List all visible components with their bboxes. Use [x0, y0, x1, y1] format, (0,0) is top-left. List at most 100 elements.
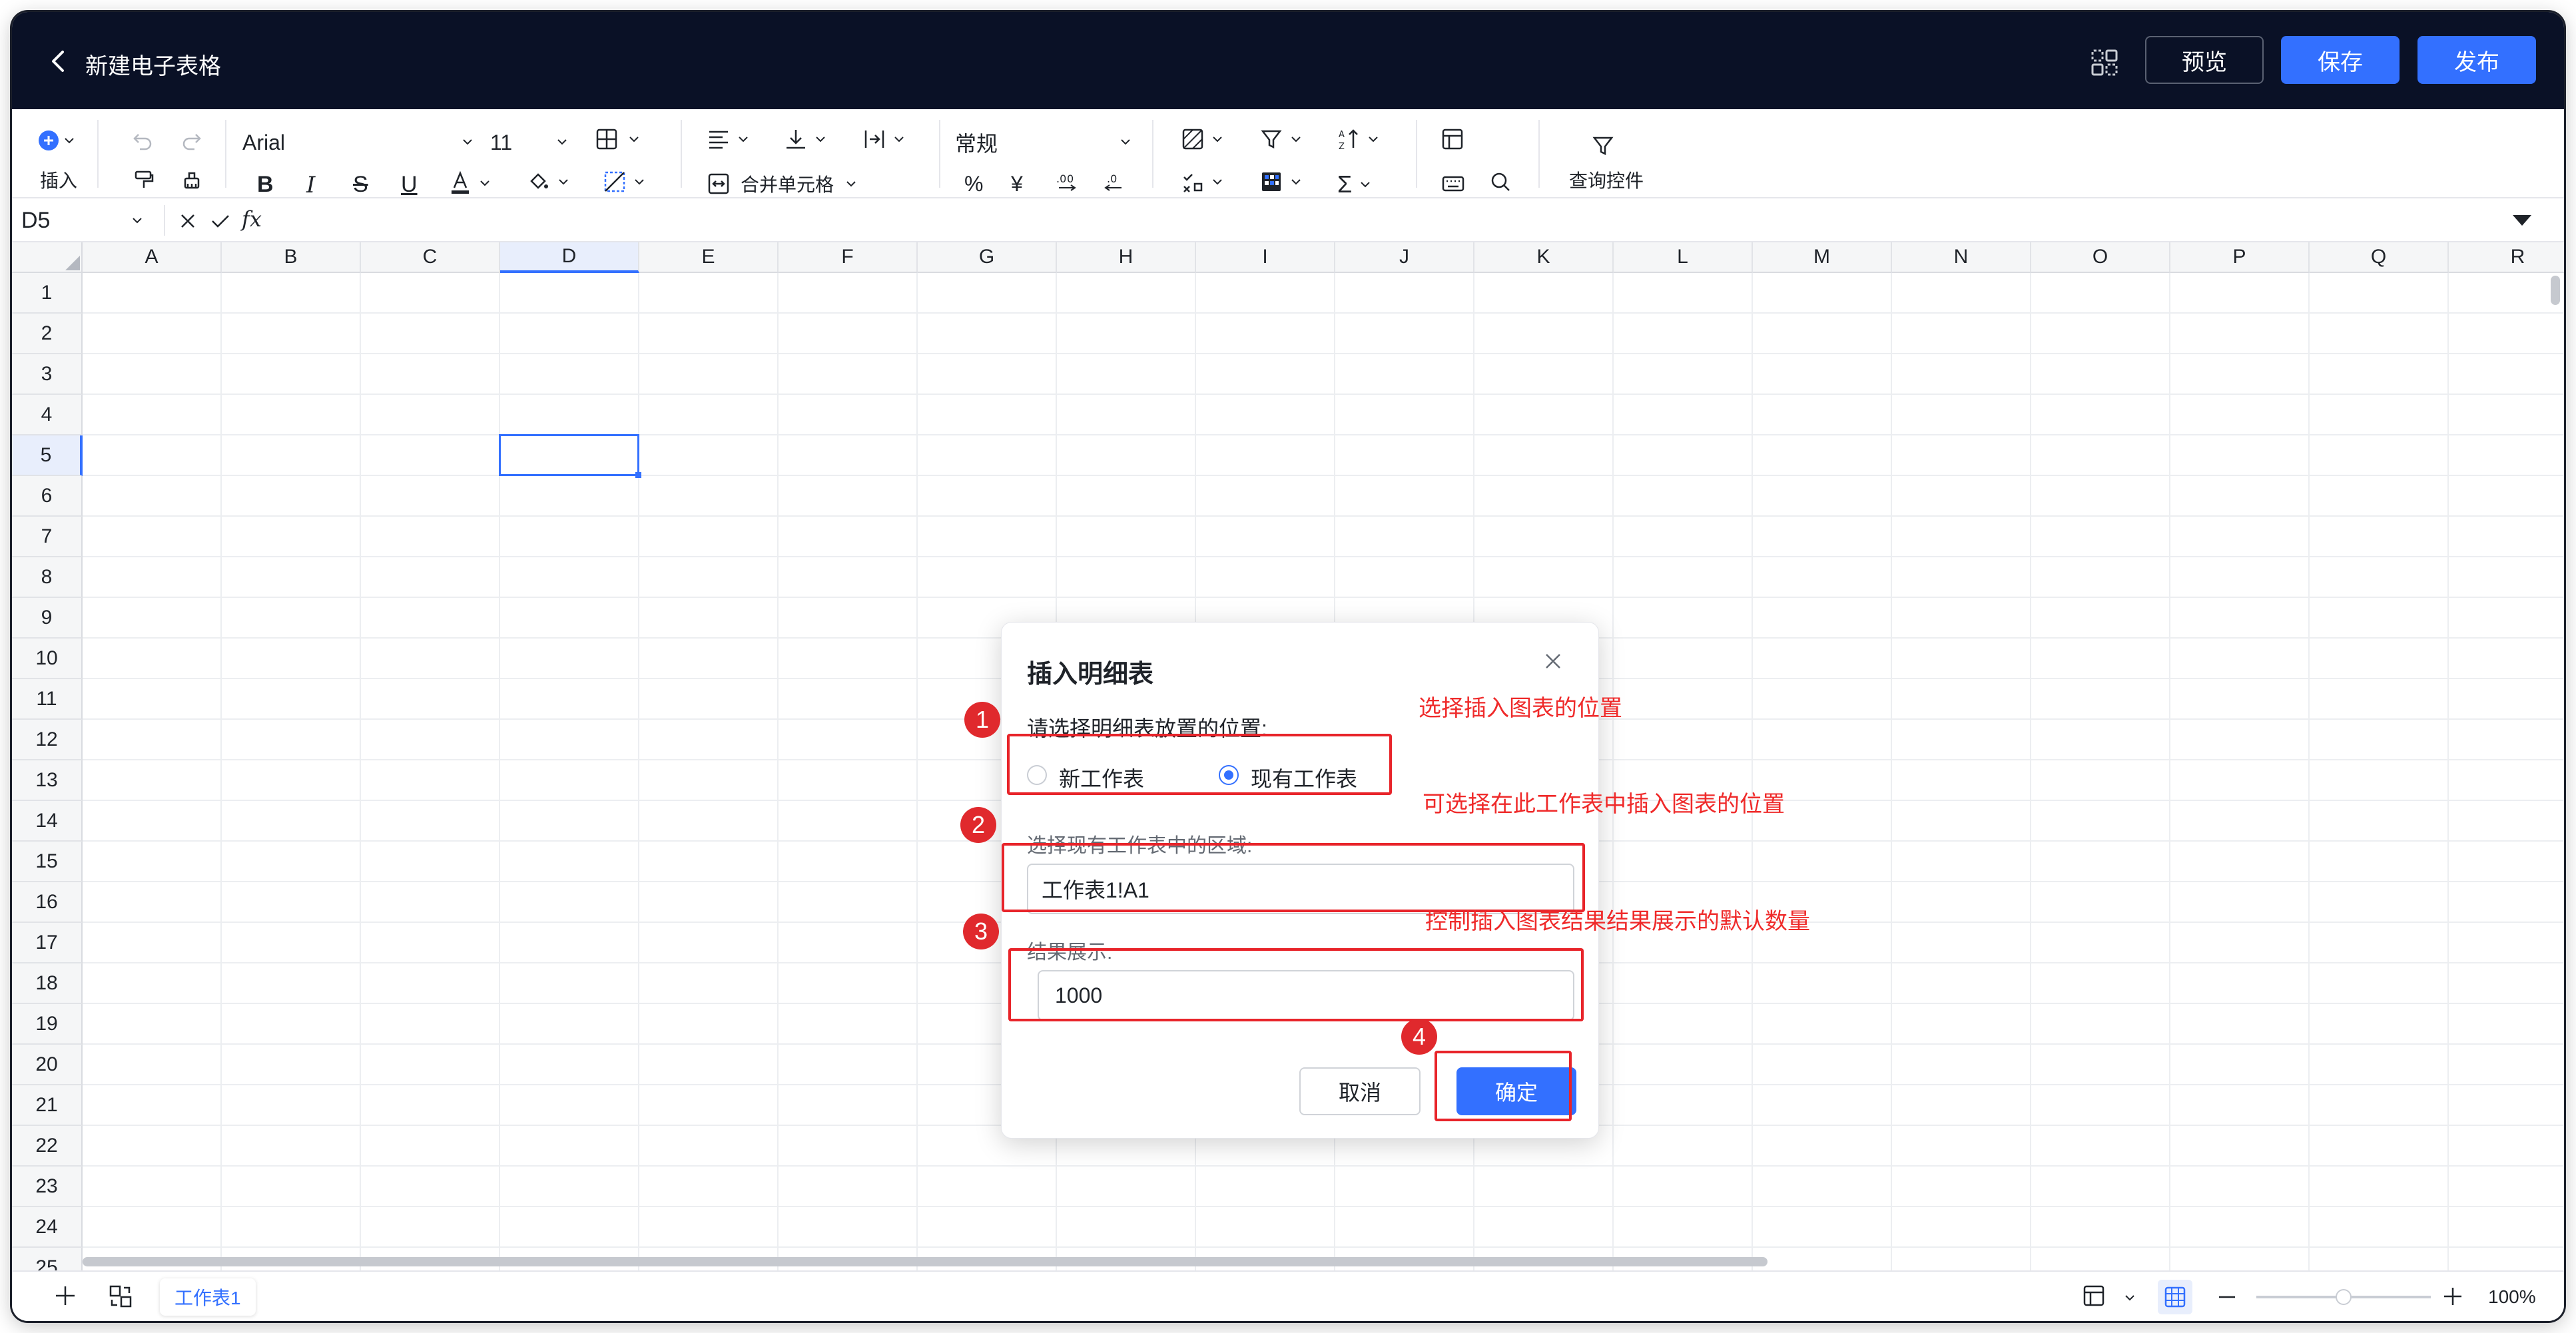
- sum-button[interactable]: Σ: [1337, 170, 1371, 198]
- cancel-formula-icon[interactable]: [178, 212, 197, 230]
- row-header-9[interactable]: 9: [12, 598, 83, 639]
- publish-button[interactable]: 发布: [2417, 36, 2536, 84]
- freeze-view-icon[interactable]: [2082, 1284, 2106, 1308]
- column-header-m[interactable]: M: [1753, 242, 1892, 273]
- strikethrough-button[interactable]: S: [353, 172, 368, 198]
- row-header-20[interactable]: 20: [12, 1045, 83, 1085]
- font-size-select[interactable]: 11: [490, 125, 570, 160]
- row-header-7[interactable]: 7: [12, 517, 83, 557]
- row-header-1[interactable]: 1: [12, 273, 83, 314]
- chevron-down-icon[interactable]: [132, 217, 143, 224]
- increase-decimal-button[interactable]: .0 0: [1055, 170, 1079, 193]
- fill-handle[interactable]: [635, 472, 641, 478]
- preview-button[interactable]: 预览: [2145, 36, 2264, 84]
- cell-reference[interactable]: D5: [21, 208, 50, 234]
- currency-button[interactable]: ¥: [1011, 172, 1023, 196]
- vertical-align-button[interactable]: [785, 128, 826, 150]
- row-header-4[interactable]: 4: [12, 395, 83, 435]
- column-header-r[interactable]: R: [2449, 242, 2564, 273]
- zoom-in-icon[interactable]: [2441, 1285, 2464, 1308]
- search-button[interactable]: [1489, 170, 1512, 193]
- row-header-25[interactable]: 25: [12, 1248, 83, 1270]
- column-header-q[interactable]: Q: [2310, 242, 2449, 273]
- table-style-button[interactable]: [1260, 170, 1301, 193]
- percent-button[interactable]: %: [964, 172, 983, 196]
- row-header-3[interactable]: 3: [12, 354, 83, 395]
- back-arrow-icon[interactable]: [44, 47, 73, 76]
- bold-button[interactable]: B: [257, 172, 274, 198]
- number-format-select[interactable]: 常规: [955, 125, 1133, 160]
- underline-button[interactable]: U: [401, 172, 418, 198]
- freeze-button[interactable]: [1441, 128, 1464, 150]
- horizontal-align-button[interactable]: [707, 129, 749, 149]
- column-header-g[interactable]: G: [918, 242, 1057, 273]
- format-painter-button[interactable]: [133, 169, 155, 190]
- expand-formula-icon[interactable]: [2511, 213, 2533, 228]
- clear-format-button[interactable]: [181, 169, 202, 190]
- column-header-a[interactable]: A: [83, 242, 222, 273]
- row-header-22[interactable]: 22: [12, 1126, 83, 1167]
- insert-button[interactable]: [37, 129, 75, 152]
- column-header-p[interactable]: P: [2170, 242, 2310, 273]
- row-header-5[interactable]: 5: [12, 435, 83, 476]
- layout-switch-icon[interactable]: [2090, 48, 2119, 77]
- sheet-tab[interactable]: 工作表1: [160, 1278, 256, 1316]
- column-header-i[interactable]: I: [1196, 242, 1335, 273]
- save-button[interactable]: 保存: [2281, 36, 2400, 84]
- query-control-button[interactable]: [1592, 134, 1614, 157]
- border-style-button[interactable]: [603, 170, 645, 193]
- column-header-o[interactable]: O: [2031, 242, 2170, 273]
- decrease-decimal-button[interactable]: .0: [1102, 170, 1126, 193]
- filter-button[interactable]: [1260, 128, 1301, 150]
- sort-button[interactable]: AZ: [1337, 128, 1379, 150]
- column-header-n[interactable]: N: [1892, 242, 2031, 273]
- close-icon[interactable]: [1541, 649, 1565, 673]
- row-header-21[interactable]: 21: [12, 1085, 83, 1126]
- column-header-c[interactable]: C: [361, 242, 500, 273]
- row-header-10[interactable]: 10: [12, 639, 83, 679]
- row-header-8[interactable]: 8: [12, 557, 83, 598]
- redo-button[interactable]: [181, 129, 202, 150]
- chevron-down-icon[interactable]: [2124, 1294, 2135, 1301]
- gridlines-toggle[interactable]: [2158, 1280, 2192, 1314]
- merge-cells-button[interactable]: 合并单元格: [707, 170, 856, 197]
- fx-icon[interactable]: fx: [242, 206, 262, 232]
- vertical-scrollbar[interactable]: [2551, 276, 2560, 305]
- row-header-19[interactable]: 19: [12, 1004, 83, 1045]
- column-header-b[interactable]: B: [222, 242, 361, 273]
- zoom-slider-thumb[interactable]: [2336, 1289, 2352, 1305]
- confirm-formula-icon[interactable]: [210, 212, 230, 230]
- row-header-14[interactable]: 14: [12, 801, 83, 842]
- active-cell[interactable]: [499, 434, 639, 476]
- sheet-list-icon[interactable]: [108, 1284, 133, 1309]
- border-button[interactable]: [595, 128, 639, 150]
- font-family-select[interactable]: Arial: [242, 125, 476, 160]
- fill-color-button[interactable]: [527, 170, 569, 193]
- column-header-e[interactable]: E: [639, 242, 779, 273]
- zoom-out-icon[interactable]: [2216, 1286, 2238, 1308]
- row-header-15[interactable]: 15: [12, 842, 83, 882]
- row-header-12[interactable]: 12: [12, 720, 83, 760]
- cancel-button[interactable]: 取消: [1299, 1067, 1421, 1115]
- conditional-format-button[interactable]: [1181, 128, 1223, 150]
- select-all-corner[interactable]: [12, 242, 83, 273]
- row-header-6[interactable]: 6: [12, 476, 83, 517]
- row-header-23[interactable]: 23: [12, 1167, 83, 1207]
- document-title[interactable]: 新建电子表格: [85, 48, 221, 81]
- row-header-24[interactable]: 24: [12, 1207, 83, 1248]
- row-header-13[interactable]: 13: [12, 760, 83, 801]
- row-header-17[interactable]: 17: [12, 923, 83, 963]
- data-validation-button[interactable]: [1181, 170, 1223, 193]
- row-header-2[interactable]: 2: [12, 314, 83, 354]
- undo-button[interactable]: [132, 129, 153, 150]
- keyboard-button[interactable]: [1441, 170, 1465, 193]
- text-wrap-button[interactable]: [863, 128, 904, 150]
- column-header-l[interactable]: L: [1614, 242, 1753, 273]
- column-header-k[interactable]: K: [1474, 242, 1614, 273]
- row-header-18[interactable]: 18: [12, 963, 83, 1004]
- column-header-j[interactable]: J: [1335, 242, 1474, 273]
- row-header-11[interactable]: 11: [12, 679, 83, 720]
- font-color-button[interactable]: [449, 170, 490, 196]
- add-sheet-icon[interactable]: [53, 1284, 77, 1308]
- column-header-h[interactable]: H: [1057, 242, 1196, 273]
